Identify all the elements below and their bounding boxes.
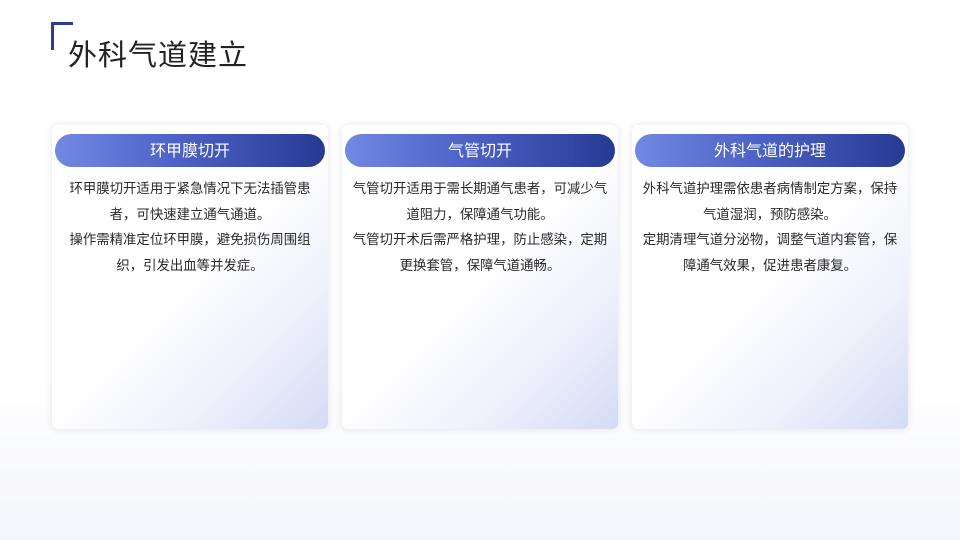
- card-paragraph: 定期清理气道分泌物，调整气道内套管，保障通气效果，促进患者康复。: [642, 233, 898, 274]
- card-paragraph: 操作需精准定位环甲膜，避免损伤周围组织，引发出血等并发症。: [69, 233, 311, 274]
- card-body: 环甲膜切开适用于紧急情况下无法插管患者，可快速建立通气通道。 操作需精准定位环甲…: [60, 177, 320, 279]
- card-tracheotomy: 气管切开 气管切开适用于需长期通气患者，可减少气道阻力，保障通气功能。 气管切开…: [342, 125, 618, 429]
- card-paragraph: 气管切开适用于需长期通气患者，可减少气道阻力，保障通气功能。: [352, 182, 608, 223]
- card-body: 气管切开适用于需长期通气患者，可减少气道阻力，保障通气功能。 气管切开术后需严格…: [350, 177, 610, 279]
- card-header: 环甲膜切开: [55, 134, 325, 167]
- card-header: 气管切开: [345, 134, 615, 167]
- card-paragraph: 环甲膜切开适用于紧急情况下无法插管患者，可快速建立通气通道。: [69, 182, 311, 223]
- card-paragraph: 气管切开术后需严格护理，防止感染，定期更换套管，保障气道通畅。: [352, 233, 608, 274]
- card-header: 外科气道的护理: [635, 134, 905, 167]
- card-body: 外科气道护理需依患者病情制定方案，保持气道湿润，预防感染。 定期清理气道分泌物，…: [640, 177, 900, 279]
- card-paragraph: 外科气道护理需依患者病情制定方案，保持气道湿润，预防感染。: [642, 182, 898, 223]
- card-cricothyrotomy: 环甲膜切开 环甲膜切开适用于紧急情况下无法插管患者，可快速建立通气通道。 操作需…: [52, 125, 328, 429]
- page-title: 外科气道建立: [68, 38, 249, 72]
- card-airway-care: 外科气道的护理 外科气道护理需依患者病情制定方案，保持气道湿润，预防感染。 定期…: [632, 125, 908, 429]
